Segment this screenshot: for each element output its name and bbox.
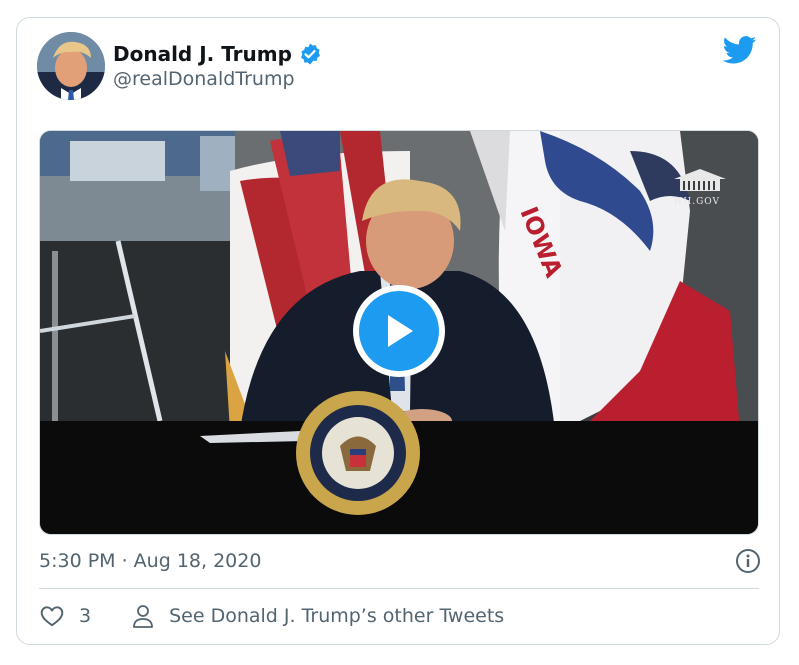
video-player[interactable]: IOWA WH.GOV — [39, 130, 759, 535]
like-count: 3 — [79, 605, 92, 627]
like-button[interactable]: 3 — [39, 603, 91, 629]
author-name[interactable]: Donald J. Trump — [113, 42, 292, 66]
tweet-timestamp[interactable]: 5:30 PM · Aug 18, 2020 — [39, 550, 261, 572]
timestamp-row: 5:30 PM · Aug 18, 2020 — [39, 546, 761, 576]
presidential-seal — [296, 391, 420, 515]
author-handle[interactable]: @realDonaldTrump — [113, 68, 295, 90]
info-icon[interactable] — [735, 548, 761, 574]
author-row: Donald J. Trump — [113, 40, 322, 68]
play-button-circle — [359, 291, 439, 371]
play-icon — [388, 315, 413, 347]
avatar-photo — [37, 32, 105, 100]
person-icon — [133, 605, 153, 628]
tweet-embed-card: Donald J. Trump @realDonaldTrump IOWA WH… — [16, 17, 780, 645]
twitter-bird-icon[interactable] — [723, 36, 757, 64]
tweet-actions: 3 See Donald J. Trump’s other Tweets — [39, 601, 504, 631]
watermark-text: WH.GOV — [673, 197, 720, 207]
play-button[interactable] — [353, 285, 445, 377]
avatar[interactable] — [37, 32, 105, 100]
divider — [39, 588, 759, 589]
see-other-tweets-link[interactable]: See Donald J. Trump’s other Tweets — [131, 603, 504, 629]
heart-icon — [40, 606, 64, 627]
see-other-tweets-label: See Donald J. Trump’s other Tweets — [169, 605, 505, 627]
verified-badge-icon — [300, 43, 320, 65]
